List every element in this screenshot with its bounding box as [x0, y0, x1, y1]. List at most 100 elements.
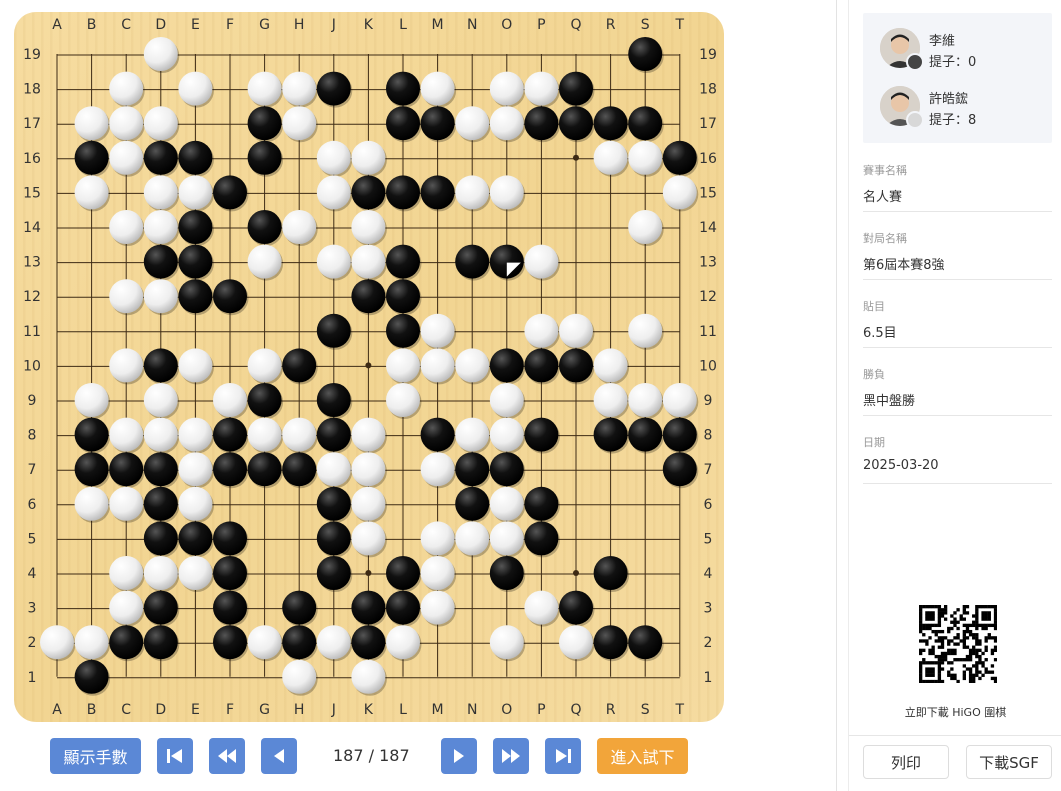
- white-stone: [40, 625, 74, 660]
- white-stone: [489, 486, 524, 521]
- column-label: C: [121, 702, 131, 718]
- column-label: L: [399, 17, 407, 33]
- row-label: 16: [23, 151, 41, 167]
- player-captures: 提子：8: [929, 113, 977, 128]
- black-stone: [386, 590, 420, 625]
- row-label: 14: [699, 220, 717, 236]
- column-label: G: [259, 17, 270, 33]
- column-label: E: [191, 702, 200, 718]
- row-label: 13: [23, 255, 41, 271]
- forward-one-button[interactable]: [441, 738, 477, 774]
- black-stone: [178, 279, 213, 314]
- black-stone: [420, 175, 455, 210]
- black-stone: [213, 590, 247, 625]
- row-label: 3: [28, 601, 37, 617]
- column-label: R: [606, 17, 616, 33]
- black-stone: [213, 452, 247, 487]
- row-label: 11: [699, 324, 717, 340]
- white-stone: [282, 659, 317, 694]
- white-stone: [109, 486, 144, 521]
- last-move-button[interactable]: [545, 738, 581, 774]
- back-one-icon: [274, 749, 284, 763]
- game-sidebar: 李維 提子：0 許皓鋐 提子：8 賽事名稱 名人賽 對局名稱 第6屆本賽8強 貼…: [848, 0, 1061, 791]
- black-stone: [282, 348, 317, 383]
- black-stone: [455, 244, 490, 279]
- go-board[interactable]: A A B B C C D D E E F F G G H H J J K K L L M M N N O O P P Q Q R R S S T T 19…: [14, 12, 724, 722]
- star-point: [573, 570, 579, 576]
- row-label: 19: [699, 47, 717, 63]
- qr-code-icon[interactable]: [919, 605, 997, 683]
- forward-ten-button[interactable]: [493, 738, 529, 774]
- white-stone: [455, 106, 490, 141]
- player-name: 許皓鋐: [929, 92, 969, 107]
- white-stone: [178, 175, 213, 210]
- white-stone: [455, 348, 490, 383]
- column-label: P: [537, 17, 545, 33]
- black-stone: [143, 140, 178, 175]
- white-stone: [74, 106, 109, 141]
- black-stone: [524, 106, 559, 141]
- white-stone: [74, 383, 109, 417]
- white-stone: [109, 71, 144, 106]
- row-label: 13: [699, 255, 717, 271]
- sidebar-divider: [849, 735, 1061, 736]
- column-label: O: [501, 702, 512, 718]
- back-one-button[interactable]: [261, 738, 297, 774]
- column-label: D: [155, 17, 166, 33]
- black-stone: [213, 521, 247, 556]
- row-label: 11: [23, 324, 41, 340]
- black-stone: [109, 625, 144, 660]
- column-label: A: [52, 702, 62, 718]
- black-stone: [386, 175, 420, 210]
- white-stone: [593, 140, 628, 175]
- white-stone: [316, 625, 351, 660]
- black-stone: [282, 590, 317, 625]
- row-label: 19: [23, 47, 41, 63]
- info-label: 賽事名稱: [863, 164, 907, 177]
- try-moves-button[interactable]: 進入試下: [597, 738, 688, 774]
- row-label: 6: [704, 497, 713, 513]
- black-stone: [282, 625, 317, 660]
- white-stone: [143, 383, 178, 417]
- white-stone: [455, 417, 490, 452]
- player-captures: 提子：0: [929, 55, 977, 70]
- white-stone: [143, 210, 178, 244]
- black-stone: [247, 383, 282, 417]
- move-counter: 187 / 187: [333, 746, 410, 765]
- black-stone: [247, 106, 282, 141]
- black-stone: [662, 417, 697, 452]
- back-ten-button[interactable]: [209, 738, 245, 774]
- black-stone: [247, 140, 282, 175]
- black-stone: [143, 590, 178, 625]
- first-move-button[interactable]: [157, 738, 193, 774]
- show-moves-button[interactable]: 顯示手數: [50, 738, 141, 774]
- black-stone: [213, 625, 247, 660]
- white-stone-icon: [906, 111, 924, 129]
- column-label: O: [501, 17, 512, 33]
- black-stone: [662, 452, 697, 487]
- star-point: [573, 154, 579, 161]
- white-stone: [420, 590, 455, 625]
- black-stone: [489, 556, 524, 590]
- row-label: 15: [699, 185, 717, 201]
- black-stone: [386, 556, 420, 590]
- black-stone: [524, 417, 559, 452]
- white-stone: [247, 348, 282, 383]
- black-stone: [559, 590, 593, 625]
- column-label: S: [641, 17, 650, 33]
- column-label: G: [259, 702, 270, 718]
- column-label: S: [641, 702, 650, 718]
- board-canvas[interactable]: AABBCCDDEEFFGGHHJJKKLLMMNNOOPPQQRRSSTT19…: [14, 12, 724, 722]
- black-stone: [109, 452, 144, 487]
- black-stone: [351, 175, 386, 210]
- info-value: 6.5目: [863, 326, 897, 341]
- download-sgf-button[interactable]: 下載SGF: [966, 745, 1052, 779]
- white-stone: [316, 452, 351, 487]
- black-stone: [316, 383, 351, 417]
- print-button[interactable]: 列印: [863, 745, 949, 779]
- row-label: 16: [699, 151, 717, 167]
- white-stone: [455, 521, 490, 556]
- column-label: B: [87, 17, 97, 33]
- row-label: 8: [704, 428, 713, 444]
- info-value: 2025-03-20: [863, 458, 939, 473]
